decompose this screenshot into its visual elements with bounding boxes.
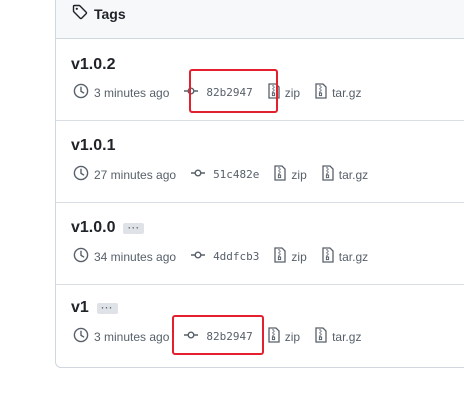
tar-download-link[interactable]: tar.gz: [321, 165, 368, 184]
tag-meta: 27 minutes ago 51c482e zip tar.gz: [73, 165, 368, 184]
commit-link[interactable]: 51c482e: [190, 165, 259, 184]
tag-name-link[interactable]: v1 ···: [71, 299, 118, 317]
commit-link[interactable]: 4ddfcb3: [190, 247, 259, 266]
clock-icon: [73, 327, 89, 346]
tag-name-link[interactable]: v1.0.0 ···: [71, 219, 145, 237]
git-commit-icon: [183, 327, 199, 346]
tag-row: v1.0.2 3 minutes ago 82b2947 zip tar.gz: [56, 39, 464, 121]
file-zip-icon: [321, 247, 335, 266]
commit-sha[interactable]: 4ddfcb3: [213, 250, 259, 263]
zip-download-link[interactable]: zip: [267, 83, 300, 102]
commit-sha[interactable]: 51c482e: [213, 168, 259, 181]
file-zip-icon: [314, 327, 328, 346]
tag-name[interactable]: v1.0.1: [71, 137, 115, 155]
tar-download-link[interactable]: tar.gz: [314, 327, 361, 346]
commit-sha[interactable]: 82b2947: [206, 86, 252, 99]
zip-label[interactable]: zip: [285, 86, 300, 100]
file-zip-icon: [314, 83, 328, 102]
zip-label[interactable]: zip: [291, 250, 306, 264]
tags-header: Tags: [56, 0, 464, 39]
tag-name[interactable]: v1.0.2: [71, 56, 115, 74]
tag-time-text: 3 minutes ago: [94, 329, 170, 344]
tag-menu-button[interactable]: ···: [96, 302, 118, 314]
tag-meta: 3 minutes ago 82b2947 zip tar.gz: [73, 83, 361, 102]
file-zip-icon: [267, 83, 281, 102]
tag-time: 34 minutes ago: [73, 247, 176, 266]
tag-time-text: 3 minutes ago: [94, 85, 170, 100]
file-zip-icon: [273, 165, 287, 184]
tags-header-title: Tags: [72, 4, 126, 23]
clock-icon: [73, 247, 89, 266]
tags-panel: Tags v1.0.2 3 minutes ago 82b2947 zip ta…: [55, 0, 464, 368]
zip-label[interactable]: zip: [285, 330, 300, 344]
file-zip-icon: [267, 327, 281, 346]
tag-row: v1.0.0 ··· 34 minutes ago 4ddfcb3 zip ta…: [56, 203, 464, 285]
tag-time: 27 minutes ago: [73, 165, 176, 184]
zip-download-link[interactable]: zip: [273, 247, 307, 266]
tag-name[interactable]: v1.0.0: [71, 219, 115, 237]
tar-label[interactable]: tar.gz: [339, 250, 368, 264]
tags-title-text: Tags: [94, 5, 126, 22]
tag-time: 3 minutes ago: [73, 327, 169, 346]
git-commit-icon: [183, 83, 199, 102]
tar-label[interactable]: tar.gz: [332, 330, 361, 344]
tag-time-text: 34 minutes ago: [94, 249, 177, 264]
tar-label[interactable]: tar.gz: [339, 168, 368, 182]
tar-label[interactable]: tar.gz: [332, 86, 361, 100]
file-zip-icon: [273, 247, 287, 266]
tar-download-link[interactable]: tar.gz: [321, 247, 368, 266]
clock-icon: [73, 83, 89, 102]
tag-time: 3 minutes ago: [73, 83, 169, 102]
tag-time-text: 27 minutes ago: [94, 167, 177, 182]
tag-row: v1.0.1 27 minutes ago 51c482e zip tar.gz: [56, 121, 464, 203]
tag-name[interactable]: v1: [71, 299, 89, 317]
tag-name-link[interactable]: v1.0.2: [71, 56, 115, 74]
commit-link[interactable]: 82b2947: [183, 83, 253, 102]
tag-row: v1 ··· 3 minutes ago 82b2947 zip tar.gz: [56, 285, 464, 367]
zip-download-link[interactable]: zip: [273, 165, 307, 184]
tag-menu-button[interactable]: ···: [123, 222, 145, 234]
zip-label[interactable]: zip: [291, 168, 306, 182]
git-commit-icon: [190, 247, 206, 266]
tag-name-link[interactable]: v1.0.1: [71, 137, 115, 155]
file-zip-icon: [321, 165, 335, 184]
clock-icon: [73, 165, 89, 184]
tag-icon: [72, 4, 88, 23]
zip-download-link[interactable]: zip: [267, 327, 300, 346]
tag-meta: 3 minutes ago 82b2947 zip tar.gz: [73, 327, 361, 346]
tag-meta: 34 minutes ago 4ddfcb3 zip tar.gz: [73, 247, 368, 266]
git-commit-icon: [190, 165, 206, 184]
commit-sha[interactable]: 82b2947: [206, 330, 252, 343]
tar-download-link[interactable]: tar.gz: [314, 83, 361, 102]
commit-link[interactable]: 82b2947: [183, 327, 253, 346]
